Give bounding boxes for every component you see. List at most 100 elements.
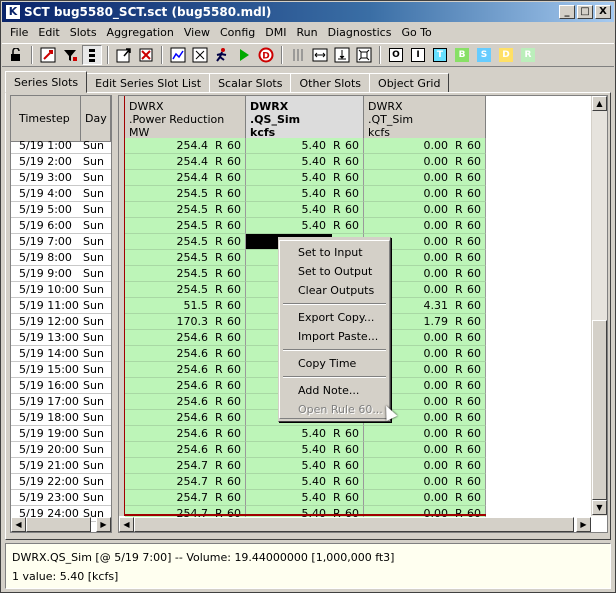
menu-goto[interactable]: Go To xyxy=(397,23,437,43)
tab-object-grid[interactable]: Object Grid xyxy=(369,73,450,93)
table-row[interactable]: 5/19 10:00 Sun xyxy=(11,282,111,298)
filter-o-icon[interactable]: O xyxy=(386,45,406,65)
open-object-icon[interactable] xyxy=(114,45,134,65)
v-scrollbar[interactable]: ▲ ▼ xyxy=(591,96,607,516)
qs-sim-cell[interactable]: 5.40 R 60 xyxy=(246,202,364,218)
table-row[interactable]: 5/19 1:00 Sun xyxy=(11,138,111,154)
tab-edit-series-slot-list[interactable]: Edit Series Slot List xyxy=(86,73,211,93)
table-row[interactable]: 5/19 13:00 Sun xyxy=(11,330,111,346)
power-reduction-cell[interactable]: 254.5 R 60 xyxy=(125,282,246,298)
column-header-qs-sim[interactable]: DWRX .QS_Sim kcfs xyxy=(246,96,364,142)
table-row[interactable]: 5/19 22:00 Sun xyxy=(11,474,111,490)
minimize-button[interactable]: _ xyxy=(559,5,575,19)
menu-edit[interactable]: Edit xyxy=(34,23,65,43)
table-row[interactable]: 5/19 12:00 Sun xyxy=(11,314,111,330)
scroll-right-button[interactable]: ▶ xyxy=(576,517,591,532)
qs-sim-cell[interactable]: 5.40 R 60 xyxy=(246,170,364,186)
filter-d-icon[interactable]: D xyxy=(496,45,516,65)
power-reduction-cell[interactable]: 254.6 R 60 xyxy=(125,330,246,346)
power-reduction-cell[interactable]: 51.5 R 60 xyxy=(125,298,246,314)
power-reduction-cell[interactable]: 254.6 R 60 xyxy=(125,442,246,458)
power-reduction-cell[interactable]: 254.4 R 60 xyxy=(125,138,246,154)
filter-i-icon[interactable]: I xyxy=(408,45,428,65)
table-row[interactable]: 5/19 2:00 Sun xyxy=(11,154,111,170)
menu-file[interactable]: File xyxy=(6,23,34,43)
h-scroll-thumb[interactable] xyxy=(134,517,574,532)
power-reduction-cell[interactable]: 254.6 R 60 xyxy=(125,426,246,442)
v-scroll-thumb[interactable] xyxy=(592,320,607,500)
table-row[interactable]: 5/19 14:00 Sun xyxy=(11,346,111,362)
fit-all-icon[interactable] xyxy=(354,45,374,65)
menu-dmi[interactable]: DMI xyxy=(261,23,292,43)
qt-sim-cell[interactable]: 0.00 R 60 xyxy=(364,170,486,186)
qt-sim-cell[interactable]: 0.00 R 60 xyxy=(364,202,486,218)
tab-other-slots[interactable]: Other Slots xyxy=(290,73,371,93)
power-reduction-cell[interactable]: 254.5 R 60 xyxy=(125,202,246,218)
column-header-power-reduction[interactable]: DWRX .Power Reduction MW xyxy=(125,96,246,142)
power-reduction-cell[interactable]: 254.4 R 60 xyxy=(125,154,246,170)
menu-diagnostics[interactable]: Diagnostics xyxy=(324,23,398,43)
qt-sim-cell[interactable]: 0.00 R 60 xyxy=(364,186,486,202)
menu-slots[interactable]: Slots xyxy=(66,23,103,43)
menu-item-set-to-input[interactable]: Set to Input xyxy=(280,243,389,262)
table-row[interactable]: 5/19 17:00 Sun xyxy=(11,394,111,410)
menu-item-copy-time[interactable]: Copy Time xyxy=(280,354,389,373)
title-bar[interactable]: K SCT bug5580_SCT.sct (bug5580.mdl) _ □ … xyxy=(2,2,614,22)
filter-t-icon[interactable]: T xyxy=(430,45,450,65)
power-reduction-cell[interactable]: 254.7 R 60 xyxy=(125,490,246,506)
table-row[interactable]: 5/19 5:00 Sun xyxy=(11,202,111,218)
runner-icon[interactable] xyxy=(212,45,232,65)
qt-sim-cell[interactable]: 0.00 R 60 xyxy=(364,442,486,458)
menu-item-import-paste[interactable]: Import Paste... xyxy=(280,327,389,346)
power-reduction-cell[interactable]: 254.6 R 60 xyxy=(125,410,246,426)
qt-sim-cell[interactable]: 0.00 R 60 xyxy=(364,218,486,234)
qt-sim-cell[interactable]: 0.00 R 60 xyxy=(364,490,486,506)
table-row[interactable]: 5/19 9:00 Sun xyxy=(11,266,111,282)
table-row[interactable]: 5/19 4:00 Sun xyxy=(11,186,111,202)
power-reduction-cell[interactable]: 254.6 R 60 xyxy=(125,394,246,410)
menu-item-add-note[interactable]: Add Note... xyxy=(280,381,389,400)
qs-sim-cell[interactable]: 5.40 R 60 xyxy=(246,474,364,490)
table-row[interactable]: 5/19 20:00 Sun xyxy=(11,442,111,458)
table-row[interactable]: 5/19 21:00 Sun xyxy=(11,458,111,474)
link-arrows-icon[interactable] xyxy=(38,45,58,65)
qt-sim-cell[interactable]: 0.00 R 60 xyxy=(364,154,486,170)
filter-r-icon[interactable]: R xyxy=(518,45,538,65)
tab-scalar-slots[interactable]: Scalar Slots xyxy=(209,73,292,93)
tab-series-slots[interactable]: Series Slots xyxy=(5,71,88,93)
power-reduction-cell[interactable]: 254.5 R 60 xyxy=(125,266,246,282)
power-reduction-cell[interactable]: 254.6 R 60 xyxy=(125,362,246,378)
h-scroll-thumb[interactable] xyxy=(26,517,91,532)
power-reduction-cell[interactable]: 254.4 R 60 xyxy=(125,170,246,186)
delete-object-icon[interactable] xyxy=(136,45,156,65)
menu-item-set-to-output[interactable]: Set to Output xyxy=(280,262,389,281)
column-header-qt-sim[interactable]: DWRX .QT_Sim kcfs xyxy=(364,96,486,142)
table-row[interactable]: 5/19 3:00 Sun xyxy=(11,170,111,186)
qs-sim-cell[interactable]: 5.40 R 60 xyxy=(246,490,364,506)
timestep-icon[interactable] xyxy=(190,45,210,65)
power-reduction-cell[interactable]: 254.5 R 60 xyxy=(125,234,246,250)
power-reduction-cell[interactable]: 254.6 R 60 xyxy=(125,378,246,394)
qt-sim-cell[interactable]: 0.00 R 60 xyxy=(364,426,486,442)
qs-sim-cell[interactable]: 5.40 R 60 xyxy=(246,442,364,458)
menu-item-clear-outputs[interactable]: Clear Outputs xyxy=(280,281,389,300)
qs-sim-cell[interactable]: 5.40 R 60 xyxy=(246,458,364,474)
table-row[interactable]: 5/19 15:00 Sun xyxy=(11,362,111,378)
fit-width-icon[interactable] xyxy=(310,45,330,65)
scroll-down-button[interactable]: ▼ xyxy=(592,500,607,515)
qt-sim-cell[interactable]: 0.00 R 60 xyxy=(364,474,486,490)
power-reduction-cell[interactable]: 254.5 R 60 xyxy=(125,250,246,266)
menu-aggregation[interactable]: Aggregation xyxy=(103,23,180,43)
menu-config[interactable]: Config xyxy=(216,23,261,43)
qs-sim-cell[interactable]: 5.40 R 60 xyxy=(246,218,364,234)
table-row[interactable]: 5/19 19:00 Sun xyxy=(11,426,111,442)
table-row[interactable]: 5/19 7:00 Sun xyxy=(11,234,111,250)
play-icon[interactable] xyxy=(234,45,254,65)
power-reduction-cell[interactable]: 254.5 R 60 xyxy=(125,186,246,202)
table-row[interactable]: 5/19 23:00 Sun xyxy=(11,490,111,506)
lock-icon[interactable] xyxy=(6,45,26,65)
day-header[interactable]: Day xyxy=(81,96,111,142)
qt-sim-cell[interactable]: 0.00 R 60 xyxy=(364,458,486,474)
menu-run[interactable]: Run xyxy=(293,23,324,43)
power-reduction-cell[interactable]: 254.6 R 60 xyxy=(125,346,246,362)
